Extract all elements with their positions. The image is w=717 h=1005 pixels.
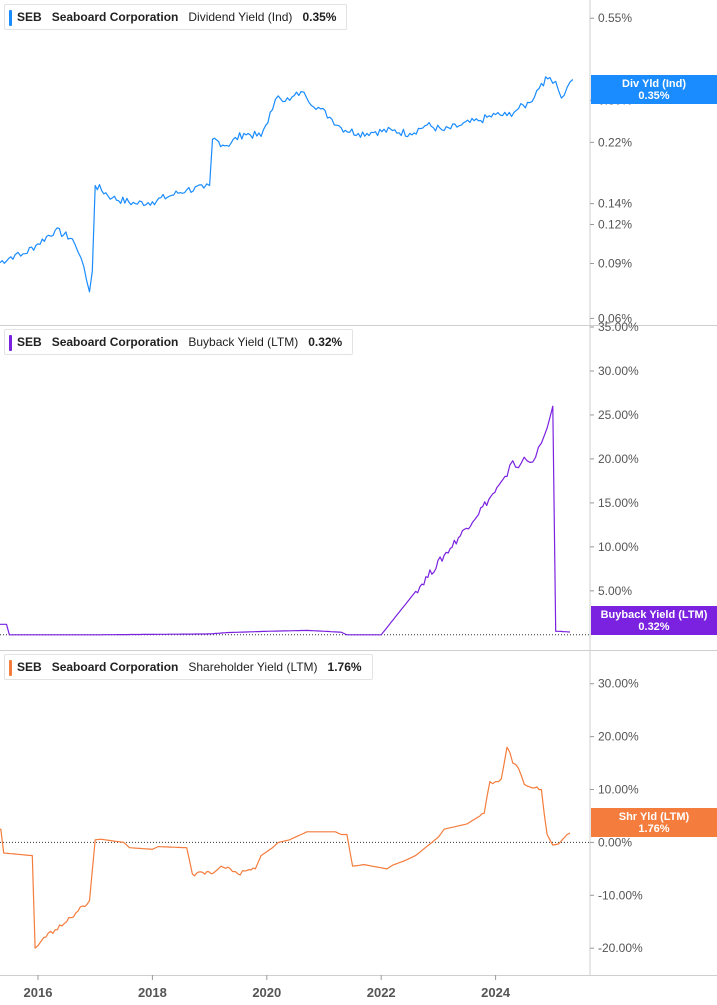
legend-value: 0.32% xyxy=(308,335,343,349)
value-tag-value: 0.35% xyxy=(638,90,670,102)
value-tag-label: Buyback Yield (LTM) xyxy=(600,609,708,621)
legend-color-swatch xyxy=(9,10,12,26)
x-tick-label: 2020 xyxy=(252,985,281,1000)
value-tag-shareholder-yield: Shr Yld (LTM) 1.76% xyxy=(591,808,717,837)
y-tick-label: 0.55% xyxy=(598,11,632,25)
series-line-3 xyxy=(0,746,571,949)
y-tick-label: 15.00% xyxy=(598,496,639,510)
x-axis: 2016 2018 2020 2022 2024 xyxy=(24,975,511,1000)
legend-metric: Shareholder Yield (LTM) xyxy=(188,660,318,674)
legend-panel-3[interactable]: SEB Seaboard Corporation Shareholder Yie… xyxy=(4,654,373,680)
series-line-2 xyxy=(0,405,571,636)
y-tick-label: 20.00% xyxy=(598,730,639,744)
legend-company: Seaboard Corporation xyxy=(51,10,179,24)
y-tick-label: -10.00% xyxy=(598,888,643,902)
y-tick-label: 30.00% xyxy=(598,364,639,378)
y-tick-label: 5.00% xyxy=(598,584,632,598)
x-tick-label: 2022 xyxy=(367,985,396,1000)
legend-value: 1.76% xyxy=(327,660,362,674)
series-line-1 xyxy=(0,76,574,293)
legend-ticker: SEB xyxy=(17,335,42,349)
legend-ticker: SEB xyxy=(17,10,42,24)
value-tag-label: Shr Yld (LTM) xyxy=(618,811,690,823)
y-tick-label: 0.14% xyxy=(598,197,632,211)
x-tick-label: 2024 xyxy=(481,985,511,1000)
y-tick-label: 30.00% xyxy=(598,677,639,691)
y-tick-label: -20.00% xyxy=(598,941,643,955)
y-tick-label: 0.00% xyxy=(598,835,632,849)
value-tag-label: Div Yld (Ind) xyxy=(622,78,686,90)
y-tick-label: 0.22% xyxy=(598,135,632,149)
value-tag-buyback-yield: Buyback Yield (LTM) 0.32% xyxy=(591,606,717,635)
legend-company: Seaboard Corporation xyxy=(51,335,179,349)
y-tick-label: 35.00% xyxy=(598,320,639,334)
value-tag-dividend-yield: Div Yld (Ind) 0.35% xyxy=(591,75,717,104)
y-tick-label: 0.12% xyxy=(598,217,632,231)
chart-canvas: 0.55%0.30%0.22%0.14%0.12%0.09%0.06%35.00… xyxy=(0,0,717,1000)
y-tick-label: 10.00% xyxy=(598,540,639,554)
value-tag-value: 0.32% xyxy=(638,621,670,633)
legend-metric: Buyback Yield (LTM) xyxy=(188,335,299,349)
legend-color-swatch xyxy=(9,660,12,676)
plot-area xyxy=(0,76,590,949)
legend-metric: Dividend Yield (Ind) xyxy=(188,10,293,24)
x-tick-label: 2018 xyxy=(138,985,167,1000)
y-tick-label: 20.00% xyxy=(598,452,639,466)
legend-company: Seaboard Corporation xyxy=(51,660,179,674)
y-tick-label: 10.00% xyxy=(598,783,639,797)
y-tick-label: 25.00% xyxy=(598,408,639,422)
y-tick-label: 0.09% xyxy=(598,256,632,270)
legend-panel-1[interactable]: SEB Seaboard Corporation Dividend Yield … xyxy=(4,4,348,30)
legend-panel-2[interactable]: SEB Seaboard Corporation Buyback Yield (… xyxy=(4,329,354,355)
legend-value: 0.35% xyxy=(302,10,337,24)
legend-color-swatch xyxy=(9,335,12,351)
value-tag-value: 1.76% xyxy=(638,823,670,835)
legend-ticker: SEB xyxy=(17,660,42,674)
x-tick-label: 2016 xyxy=(24,985,53,1000)
